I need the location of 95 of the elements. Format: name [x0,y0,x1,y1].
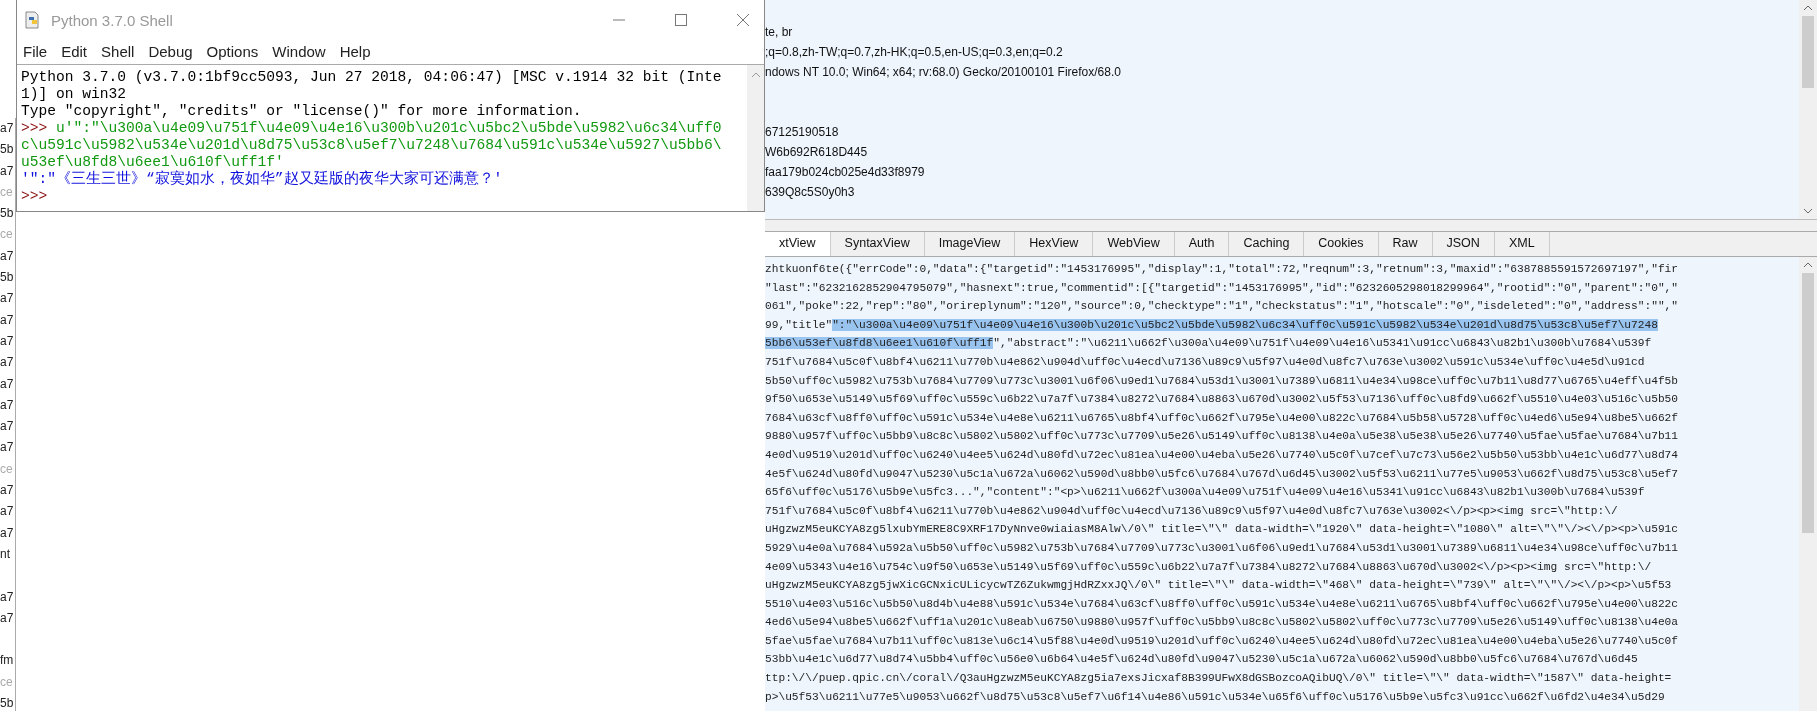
response-text: 5b50\uff0c\u5982\u753b\u7684\u7709\u773c\u3001\u6f06\u9ed1\u7684\u53d1\u3001\u7389\u6811\u4e34\u98ce\uff0c\u7b11\u8d77\u6765\u4eff\u4f5b [765,374,1679,387]
scroll-thumb[interactable] [1802,16,1814,88]
header-text: 67125190518 [765,124,840,141]
session-row-text[interactable]: a7 [0,118,15,140]
response-text: 99,"title" [765,318,833,331]
result-text: '":"《三生三世》“寂寞如水，夜如华”赵又廷版的夜华大家可还满意？' [21,171,503,187]
inspector-tab[interactable]: Raw [1378,232,1433,256]
response-text: p>\u5f53\u6211\u77e5\u9053\u662f\u8d75\u53c8\u5ef7\u6f14\u4e86\u591c\u534e\u65f6\uff0c\u5176\u5b9e\u5fc3\u91cc\u662f\u6fd2\u4e34\u5d29 [765,690,1665,703]
session-row-text[interactable]: a7 [0,373,15,395]
input-text: u'":"\u300a\u4e09\u751f\u4e09\u4e16\u300b\u201c\u5bc2\u5bde\u5982\u6c34\uff0 [55,120,722,136]
inspector-tab[interactable]: xtView [765,232,831,256]
header-text: te, br [765,24,794,41]
inspector-tab[interactable]: SyntaxView [830,232,925,256]
session-row-text[interactable]: 5b [0,139,15,161]
menu-item[interactable]: Edit [61,42,88,60]
session-row-text[interactable]: nt [0,543,15,566]
response-text: 061","poke":22,"rep":"80","orireplynum":"120","source":0,"checktype":"1","checkstatus":"1","hotscale":"0","isdeleted":"0","address":""," [765,300,1679,313]
header-text: W6b692R618D445 [765,144,869,161]
scrollbar[interactable] [1799,0,1817,219]
response-text: ttp:\/\/puep.qpic.cn\/coral\/Q3auHgzwzM5euKCYA8zg5ia7exsJicxaf8B399UFwX8dGSBozcoAQibUQ\/0\" title=\"\" data-width=\"1587\" data-height= [765,672,1672,685]
session-row-text[interactable]: a7 [0,245,15,268]
scrollbar[interactable] [747,65,764,211]
session-row-text[interactable]: a7 [0,330,15,353]
response-text: 9880\u957f\uff0c\u5bb9\u8c8c\u5802\u5802\uff0c\u773c\u7709\u5e26\u5149\uff0c\u8138\u4e0a\u5e38\u5e38\u5e26\u7740\u5fae\u5fae\u7684\u7b11 [765,430,1679,443]
menu-item[interactable]: Options [206,42,259,60]
input-text: c\u591c\u5982\u534e\u201d\u8d75\u53c8\u5ef7\u7248\u7684\u591c\u534e\u5927\u5bb6\ [21,137,722,153]
response-text: uHgzwzM5euKCYA8zg5jwXicGCNxicULicycwTZ6ZukwmgjHdRZxxJQ\/0\" title=\"\" data-width=\"468\" data-height=\"739\" alt=\"\"\/><\/p><p>\u5f53 [765,579,1672,592]
selected-text: 5bb6\u53ef\u8fd8\u6ee1\u610f\uff1f [765,337,994,350]
response-text: 4ed6\u5e94\u8be5\u662f\uff1a\u201c\u8eab\u6750\u9880\u957f\uff0c\u5bb9\u8c8c\u5802\u5802\uff0c\u773c\u7709\u5e26\u5149\uff0c\u8138\u4e0a [765,616,1679,629]
response-text: zhtkuonf6te({"errCode":0,"data":{"targetid":"1453176995","display":1,"total":72,"reqnum":3,"retnum":3,"maxid":"6387885591572697197","fir [765,263,1679,275]
response-text: 5fae\u5fae\u7684\u7b11\uff0c\u813e\u6c14\u5f88\u4e0d\u9519\u201d\uff0c\u6240\u4ee5\u624d\u80fd\u72ec\u81ea\u4e00\u4eba\u5e26\u7740\u5c0f [765,634,1679,647]
response-text: 9f50\u653e\u5149\u5f69\uff0c\u559c\u6b22\u7a7f\u7384\u8272\u7684\u8863\u670d\u3002\u5f53\u7136\uff0c\u8fd9\u662f\u5510\u4e03\u516c\u5b50 [765,393,1679,406]
response-text: "last":"6232162852904795079","hasnext":true,"commentid":[{"targetid":"1453176995","id":"6232605298018299964","rootid":"0","parent":"0"," [765,281,1679,294]
inspector-tab[interactable]: XML [1494,232,1550,256]
prompt-text: >>> [21,120,48,136]
response-text: uHgzwzM5euKCYA8zg5lxubYmERE8C9XRF17DyNnve0wiaiasM8Alw\/0\" title=\"\" data-width=\"1920\" data-height=\"1080\" alt=\"\"\/><\/p><p>\u591c [765,523,1679,536]
session-row-text[interactable]: 5b [0,267,15,289]
header-text: ndows NT 10.0; Win64; x64; rv:68.0) Gecko/20100101 Firefox/68.0 [765,64,1122,81]
session-row-text[interactable]: a7 [0,501,15,523]
menu-item[interactable]: File [23,42,48,60]
response-text: 751f\u7684\u5c0f\u8bf4\u6211\u770b\u4e862\u904d\uff0c\u4ecd\u7136\u89c9\u5f97\u4e0d\u8fc7\u763e\u3002<\/p><p><img src=\"http:\/ [765,504,1618,517]
scroll-up-icon[interactable] [1802,4,1814,12]
inspector-tab[interactable]: WebView [1093,232,1175,256]
response-text: 53bb\u4e1c\u6d77\u8d74\u5bb4\uff0c\u56e0\u6b64\u4e5f\u624d\u80fd\u9047\u5230\u5c1a\u672a\u6062\u590d\u8bb0\u5fc6\u7684\u767d\u6d45 [765,653,1638,666]
session-row-text[interactable]: a7 [0,394,15,417]
response-text: 5510\u4e03\u516c\u5b50\u8d4b\u4e88\u591c\u534e\u7684\u63cf\u8ff0\uff0c\u591c\u534e\u4e8e\u6211\u6765\u8bf4\uff0c\u662f\u795e\u4e00\u822c [765,597,1679,610]
session-row-text[interactable]: a7 [0,416,15,438]
session-row-text[interactable]: a7 [0,352,15,374]
inspector-tab[interactable]: Auth [1174,232,1230,256]
session-row-text[interactable]: a7 [0,586,15,608]
session-row-text[interactable]: fm [0,650,15,672]
selected-text: ":"\u300a\u4e09\u751f\u4e09\u4e16\u300b\u201c\u5bc2\u5bde\u5982\u6c34\uff0c\u591c\u5982\u534e\u201d\u8d75\u53c8\u5ef7\u7248 [832,318,1658,331]
inspector-tab[interactable]: JSON [1432,232,1495,256]
close-icon[interactable] [736,13,750,27]
inspector-tab[interactable]: Cookies [1304,232,1379,256]
response-text: 4e09\u5343\u4e16\u754c\u9f50\u653e\u5149\u5f69\uff0c\u559c\u6b22\u7a7f\u7384\u8272\u7684\u8863\u670d\u3002<\/p><p><img src=\"http:\/ [765,560,1652,573]
maximize-icon[interactable] [674,13,688,27]
response-text: ","abstract":"\u6211\u662f\u300a\u4e09\u751f\u4e09\u4e16\u5341\u91cc\u6843\u82b1\u300b\u7684\u539f [993,337,1652,350]
window-title: Python 3.7.0 Shell [51,11,174,29]
menu-item[interactable]: Help [339,42,371,60]
prompt-text: >>> [21,188,48,204]
response-text: 751f\u7684\u5c0f\u8bf4\u6211\u770b\u4e862\u904d\uff0c\u4ecd\u7136\u89c9\u5f97\u4e0d\u8fc7\u763e\u3002\u591c\u534e\uff0c\u4e5d\u91cd [765,355,1645,368]
scrollbar[interactable] [1799,257,1817,711]
session-row-text[interactable]: a7 [0,288,15,310]
session-row-text[interactable]: a7 [0,480,15,502]
output-text: 1)] on win32 [21,86,127,102]
session-row-text[interactable]: 5b [0,693,15,711]
menu-item[interactable]: Window [272,42,326,60]
scroll-down-icon[interactable] [1802,207,1814,215]
menu-item[interactable]: Shell [101,42,135,60]
scroll-up-icon[interactable] [749,71,762,79]
response-text: 4e5f\u624d\u80fd\u9047\u5230\u5c1a\u672a\u6062\u590d\u8bb0\u5fc6\u7684\u767d\u6d45\u3002\u5f53\u6211\u77e5\u9053\u662f\u8d75\u53c8\u5ef7 [765,467,1679,480]
header-text: 639Q8c5S0y0h3 [765,184,856,201]
input-text: u53ef\u8fd8\u6ee1\u610f\uff1f' [21,154,284,170]
response-text: 7684\u63cf\u8ff0\uff0c\u591c\u534e\u4e8e\u6211\u6765\u8bf4\uff0c\u662f\u795e\u4e00\u822c\u7684\u5b58\u5728\uff0c\u4ed6\u5e94\u8be5\u662f [765,411,1679,424]
session-row-text[interactable]: a7 [0,607,15,630]
session-row-text[interactable]: 5b [0,203,15,225]
output-text: Type "copyright", "credits" or "license()" for more information. [21,103,582,119]
inspector-tab[interactable]: HexView [1015,232,1094,256]
header-text: ;q=0.8,zh-TW;q=0.7,zh-HK;q=0.5,en-US;q=0.3,en;q=0.2 [765,44,1064,61]
response-text: 4e0d\u9519\u201d\uff0c\u6240\u4ee5\u624d\u80fd\u72ec\u81ea\u4e00\u4eba\u5e26\u7740\u5c0f\u7cef\u7c73\u56e2\u5b50\u53bb\u4e1c\u6d77\u8d74 [765,448,1679,461]
inspector-tab[interactable]: ImageView [924,232,1016,256]
inspector-tab[interactable]: Caching [1229,232,1305,256]
scroll-thumb[interactable] [1802,273,1814,533]
session-row-text[interactable]: a7 [0,522,15,544]
output-text: Python 3.7.0 (v3.7.0:1bf9cc5093, Jun 27 2018, 04:06:47) [MSC v.1914 32 bit (Inte [21,69,722,85]
response-text: 5929\u4e0a\u7684\u592a\u5b50\uff0c\u5982\u753b\u7684\u7709\u773c\u3001\u6f06\u9ed1\u7684\u53d1\u3001\u7389\u6811\u4e34\u98ce\uff0c\u7b11 [765,541,1679,554]
scroll-up-icon[interactable] [1802,261,1814,269]
header-text: faa179b024cb025e4d33f8979 [765,164,926,181]
splitter-bar[interactable] [765,220,1817,232]
session-row-text[interactable]: a7 [0,309,15,331]
session-row-text[interactable]: a7 [0,160,15,182]
menu-item[interactable]: Debug [148,42,193,60]
response-text: 65f6\uff0c\u5176\u5b9e\u5fc3...","content":"<p>\u6211\u662f\u300a\u4e09\u751f\u4e09\u4e16\u5341\u91cc\u6843\u82b1\u300b\u7684\u539f [765,486,1645,499]
session-row-text[interactable]: a7 [0,437,15,459]
